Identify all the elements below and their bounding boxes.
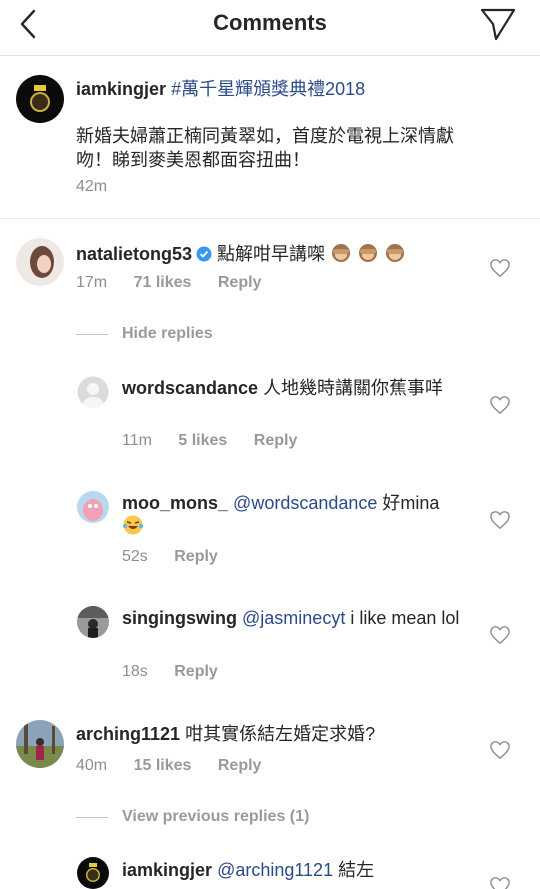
avatar[interactable] (77, 491, 109, 523)
reply-timestamp: 11m (122, 432, 152, 449)
reply-text: 人地幾時講關你蕉事咩 (263, 378, 444, 398)
comment-text: 咁其實係結左婚定求婚? (185, 724, 376, 744)
caption-username[interactable]: iamkingjer (76, 79, 166, 99)
reply-text: 結左 (338, 860, 375, 880)
likes-count[interactable]: 5 likes (178, 432, 227, 449)
avatar[interactable] (16, 75, 64, 123)
avatar[interactable] (77, 606, 109, 638)
likes-count[interactable]: 71 likes (134, 274, 192, 291)
reply-button[interactable]: Reply (174, 663, 218, 680)
tears-of-joy-icon (123, 515, 143, 535)
reply-mention[interactable]: @wordscandance (233, 493, 377, 513)
likes-count[interactable]: 15 likes (134, 757, 192, 774)
reply-username[interactable]: iamkingjer (122, 860, 212, 880)
avatar[interactable] (16, 238, 64, 286)
paper-plane-icon (480, 8, 516, 41)
replies-divider (76, 817, 108, 818)
heart-icon[interactable] (489, 395, 511, 415)
reply-button[interactable]: Reply (218, 274, 262, 291)
heart-icon[interactable] (489, 740, 511, 760)
heart-icon[interactable] (489, 258, 511, 278)
reply-mention[interactable]: @jasminecyt (242, 608, 345, 628)
reply-text: 好mina (382, 493, 440, 513)
hide-replies-button[interactable]: Hide replies (122, 325, 213, 343)
comment-timestamp: 17m (76, 274, 108, 291)
reply-mention[interactable]: @arching1121 (217, 860, 333, 880)
comment-username[interactable]: arching1121 (76, 724, 180, 744)
reply-username[interactable]: moo_mons_ (122, 493, 228, 513)
share-button[interactable] (478, 6, 518, 42)
reply-button[interactable]: Reply (254, 432, 298, 449)
post-caption: iamkingjer #萬千星輝頒獎典禮2018 新婚夫婦蕭正楠同黃翠如，首度於… (0, 57, 540, 219)
avatar[interactable] (77, 857, 109, 889)
reply-username[interactable]: wordscandance (122, 378, 258, 398)
see-no-evil-monkey-icon (359, 244, 378, 262)
caption-timestamp: 42m (76, 178, 108, 195)
heart-icon[interactable] (489, 876, 511, 889)
replies-divider (76, 334, 108, 335)
header-bar: Comments (0, 0, 540, 56)
avatar[interactable] (77, 376, 109, 408)
reply-username[interactable]: singingswing (122, 608, 237, 628)
avatar[interactable] (16, 720, 64, 768)
caption-text: 新婚夫婦蕭正楠同黃翠如，首度於電視上深情獻吻！睇到麥美恩都面容扭曲！ (76, 126, 454, 170)
reply-button[interactable]: Reply (174, 548, 218, 565)
verified-badge-icon (196, 246, 212, 262)
reply-text: i like mean lol (350, 608, 460, 628)
heart-icon[interactable] (489, 625, 511, 645)
caption-hashtag[interactable]: #萬千星輝頒獎典禮2018 (171, 79, 365, 99)
comment-timestamp: 40m (76, 757, 108, 774)
heart-icon[interactable] (489, 510, 511, 530)
comment-username[interactable]: natalietong53 (76, 244, 192, 264)
see-no-evil-monkey-icon (386, 244, 405, 262)
reply-timestamp: 52s (122, 548, 148, 565)
view-previous-replies-button[interactable]: View previous replies (1) (122, 808, 309, 826)
comment-text: 點解咁早講㗎 (217, 244, 326, 264)
see-no-evil-monkey-icon (332, 244, 351, 262)
reply-timestamp: 18s (122, 663, 148, 680)
page-title: Comments (213, 10, 327, 35)
reply-button[interactable]: Reply (218, 757, 262, 774)
